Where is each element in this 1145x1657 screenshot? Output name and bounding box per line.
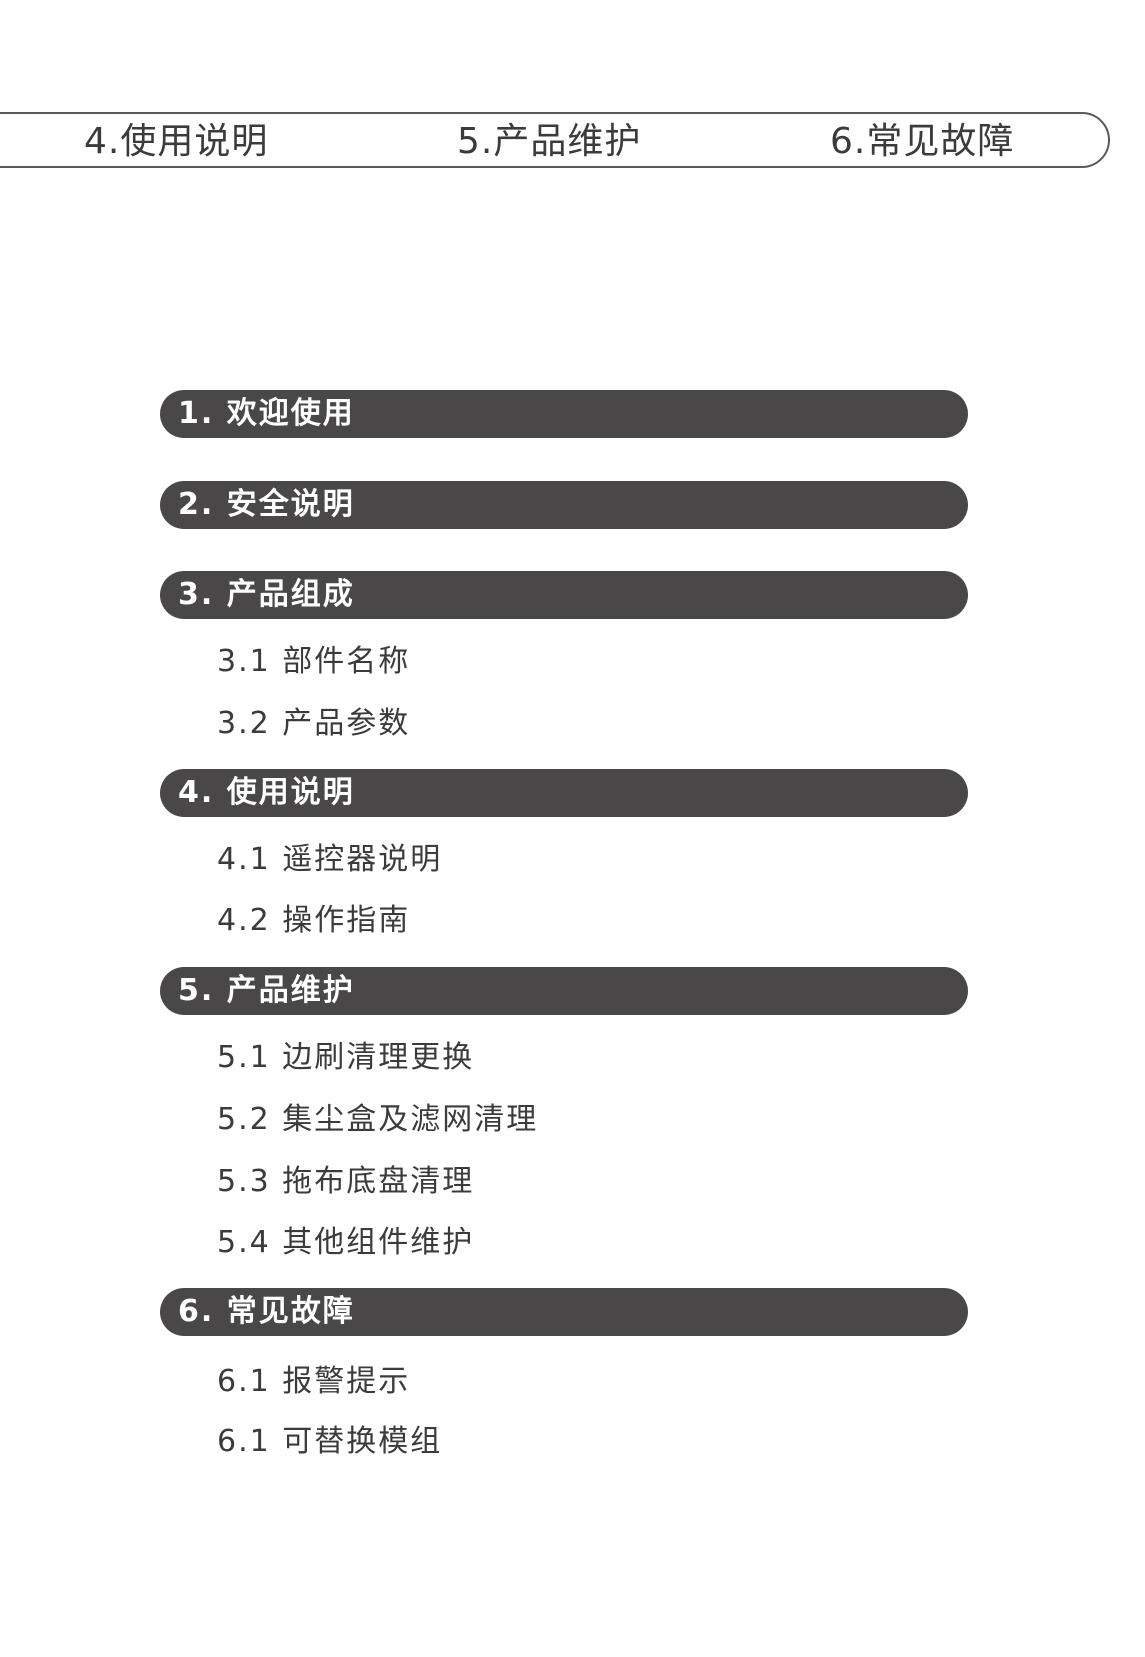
toc-sub-alarm-hints[interactable]: 6.1 报警提示 (217, 1364, 410, 1400)
toc-section-maintenance[interactable]: 5. 产品维护 (160, 967, 968, 1015)
toc-sub-part-names[interactable]: 3.1 部件名称 (217, 644, 410, 680)
toc-sub-dust-box[interactable]: 5.2 集尘盒及滤网清理 (217, 1102, 538, 1138)
toc-section-components[interactable]: 3. 产品组成 (160, 571, 968, 619)
toc-section-label: 4. 使用说明 (178, 775, 355, 810)
nav-item-usage[interactable]: 4.使用说明 (84, 122, 268, 162)
toc-section-welcome[interactable]: 1. 欢迎使用 (160, 390, 968, 438)
toc-section-label: 6. 常见故障 (178, 1294, 355, 1329)
toc-sub-remote[interactable]: 4.1 遥控器说明 (217, 842, 442, 878)
toc-sub-side-brush[interactable]: 5.1 边刷清理更换 (217, 1040, 474, 1076)
top-nav-bar: 4.使用说明 5.产品维护 6.常见故障 (0, 112, 1110, 168)
toc-sub-replaceable-modules[interactable]: 6.1 可替换模组 (217, 1424, 442, 1460)
nav-item-maintenance[interactable]: 5.产品维护 (457, 122, 641, 162)
nav-item-troubleshooting[interactable]: 6.常见故障 (830, 122, 1014, 162)
toc-section-usage[interactable]: 4. 使用说明 (160, 769, 968, 817)
toc-sub-operation-guide[interactable]: 4.2 操作指南 (217, 903, 410, 939)
toc-sub-other-parts[interactable]: 5.4 其他组件维护 (217, 1225, 474, 1261)
toc-sub-mop-base[interactable]: 5.3 拖布底盘清理 (217, 1164, 474, 1200)
toc-section-troubleshooting[interactable]: 6. 常见故障 (160, 1288, 968, 1336)
toc-section-label: 5. 产品维护 (178, 973, 355, 1008)
toc-sub-product-params[interactable]: 3.2 产品参数 (217, 706, 410, 742)
toc-section-label: 3. 产品组成 (178, 577, 355, 612)
toc-section-label: 1. 欢迎使用 (178, 396, 355, 431)
toc-section-safety[interactable]: 2. 安全说明 (160, 481, 968, 529)
toc-section-label: 2. 安全说明 (178, 487, 355, 522)
